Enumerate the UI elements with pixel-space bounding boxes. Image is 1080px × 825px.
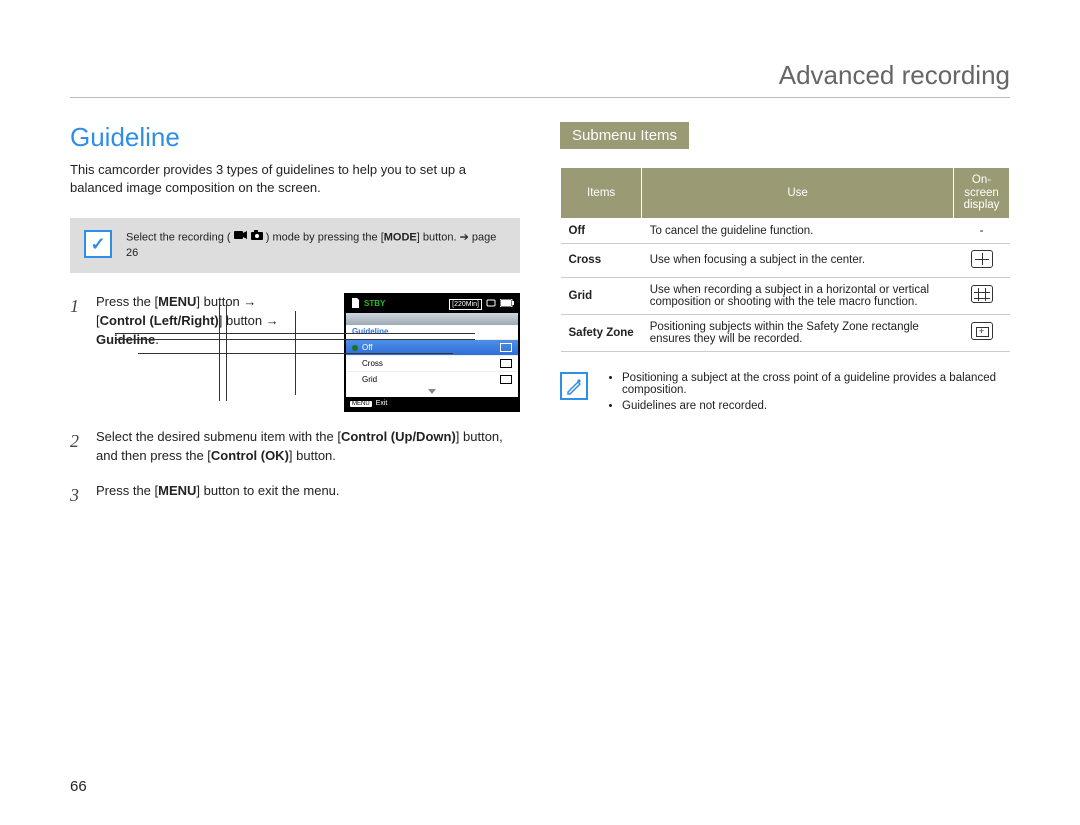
step-3: Press the [MENU] button to exit the menu…: [70, 482, 520, 501]
section-title: Guideline: [70, 122, 520, 153]
tip-item: Guidelines are not recorded.: [622, 400, 1010, 412]
lcd-menu-list: Off Cross Grid: [346, 339, 518, 387]
lcd-row-grid: Grid: [346, 371, 518, 387]
lcd-remaining-time: [220Min]: [449, 299, 482, 310]
battery-icon: [500, 299, 514, 309]
left-column: Guideline This camcorder provides 3 type…: [70, 122, 520, 517]
menu-badge-icon: MENU: [350, 401, 372, 407]
precondition-note: ✓ Select the recording ( ) mode by press…: [70, 218, 520, 273]
lcd-status-bar: STBY [220Min]: [346, 295, 518, 313]
osd-grid-icon: [971, 285, 993, 303]
grid-osd-icon: [500, 375, 512, 384]
right-column: Submenu Items Items Use On-screen displa…: [560, 122, 1010, 517]
tip-list: Positioning a subject at the cross point…: [602, 372, 1010, 416]
osd-cross-icon: [971, 250, 993, 268]
table-row: Off To cancel the guideline function. -: [561, 218, 1010, 243]
arrow-right-icon: →: [266, 313, 279, 328]
section-intro: This camcorder provides 3 types of guide…: [70, 161, 520, 196]
lcd-tab-bar: [346, 313, 518, 325]
step-1-text: Press the [MENU] button → [Control (Left…: [96, 293, 326, 350]
video-mode-icon: [234, 230, 248, 245]
chapter-title: Advanced recording: [70, 60, 1010, 91]
step-1: Press the [MENU] button → [Control (Left…: [70, 293, 520, 412]
photo-mode-icon: [251, 230, 263, 245]
submenu-heading: Submenu Items: [560, 122, 689, 149]
page-number: 66: [70, 778, 87, 795]
note-pencil-icon: [560, 372, 588, 400]
submenu-table: Items Use On-screen display Off To cance…: [560, 167, 1010, 352]
table-row: Safety Zone Positioning subjects within …: [561, 314, 1010, 351]
cross-osd-icon: [500, 359, 512, 368]
chapter-header: Advanced recording: [70, 60, 1010, 98]
card-slot-icon: [486, 298, 496, 310]
th-items: Items: [561, 168, 642, 219]
step-list: Press the [MENU] button → [Control (Left…: [70, 293, 520, 501]
blank-osd-icon: [500, 343, 512, 352]
osd-none: -: [954, 218, 1010, 243]
lcd-row-cross: Cross: [346, 355, 518, 371]
two-column-layout: Guideline This camcorder provides 3 type…: [70, 122, 1010, 517]
check-icon: ✓: [84, 230, 112, 258]
arrow-right-icon: →: [243, 294, 256, 309]
lcd-stby: STBY: [364, 300, 385, 308]
osd-safezone-icon: [971, 322, 993, 340]
lcd-footer: MENU Exit: [346, 397, 518, 410]
note-text: Select the recording ( ) mode by pressin…: [126, 230, 506, 261]
step-2: Select the desired submenu item with the…: [70, 428, 520, 466]
th-use: Use: [642, 168, 954, 219]
sd-card-icon: [350, 298, 360, 310]
lcd-screenshot: STBY [220Min] Gui: [344, 293, 520, 412]
table-row: Grid Use when recording a subject in a h…: [561, 277, 1010, 314]
manual-page: Advanced recording Guideline This camcor…: [0, 0, 1080, 825]
scroll-down-icon: [346, 387, 518, 397]
tip-item: Positioning a subject at the cross point…: [622, 372, 1010, 396]
tip-box: Positioning a subject at the cross point…: [560, 372, 1010, 416]
arrow-right-icon: ➔: [460, 232, 469, 244]
table-row: Cross Use when focusing a subject in the…: [561, 243, 1010, 277]
th-osd: On-screen display: [954, 168, 1010, 219]
